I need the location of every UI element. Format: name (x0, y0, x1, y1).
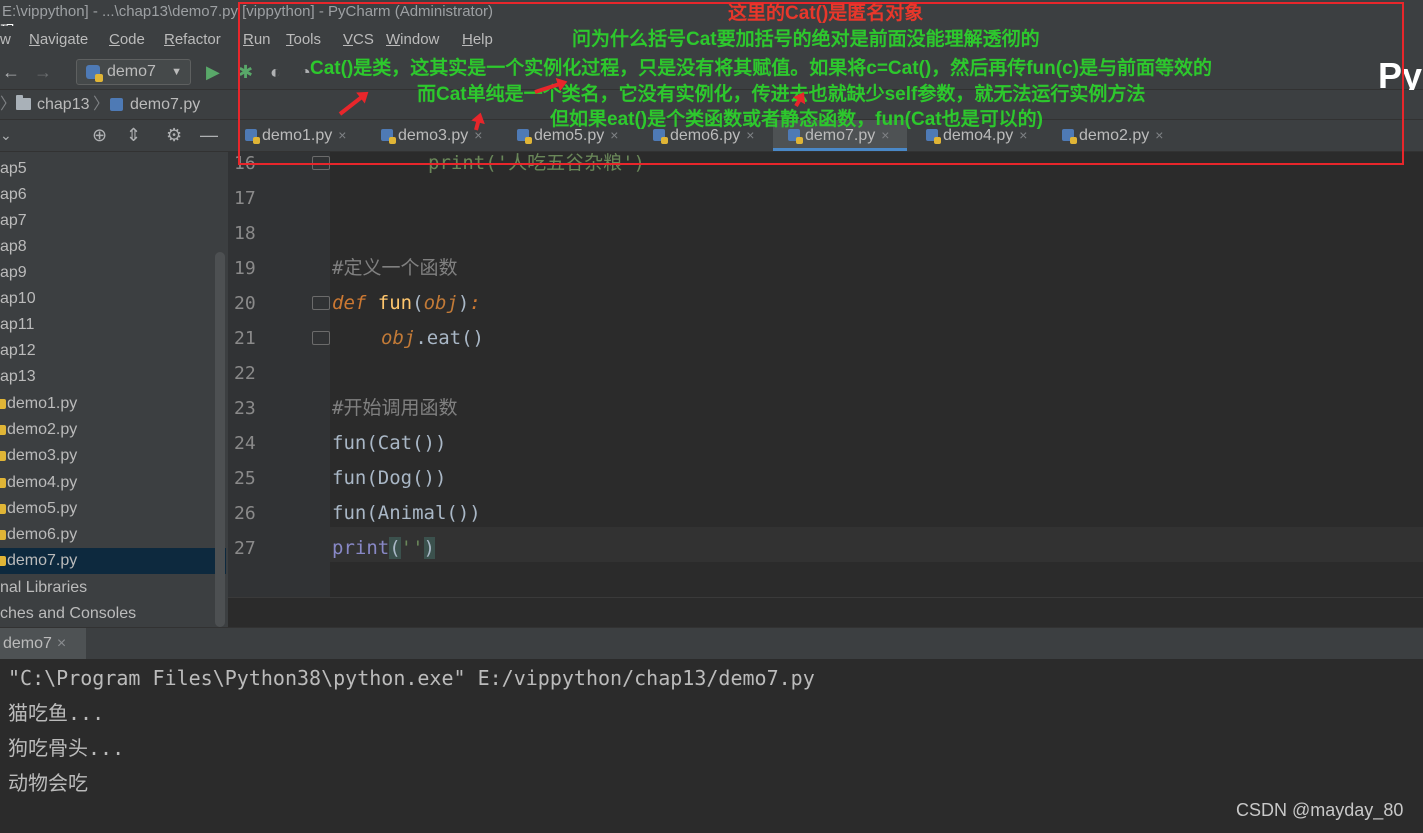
watermark: CSDN @mayday_80 (1236, 800, 1404, 820)
python-file-icon (86, 65, 103, 82)
tree-item[interactable]: ap10 (0, 286, 226, 312)
tree-item[interactable]: ap8 (0, 234, 226, 260)
console-line: 狗吃骨头... (8, 736, 125, 760)
python-file-icon (0, 425, 6, 435)
menu-refactor[interactable]: Refactor (164, 26, 221, 54)
annotation-line-2: 问为什么括号Cat要加括号的绝对是前面没能理解透彻的 (572, 29, 1040, 50)
sidebar-scrollbar[interactable] (215, 252, 225, 627)
fold-marker-icon[interactable] (312, 296, 330, 310)
run-configuration-select[interactable]: demo7 ▼ (76, 59, 191, 85)
line-number: 21 (234, 328, 256, 349)
breadcrumb-separator: 〉 (93, 96, 110, 113)
tree-item-file[interactable]: demo2.py (0, 417, 226, 443)
dropdown-arrow-icon[interactable]: ⌄ (0, 120, 12, 150)
collapse-all-icon[interactable]: ⇕ (126, 120, 141, 150)
line-number: 18 (234, 223, 256, 244)
tree-item-file[interactable]: demo4.py (0, 470, 226, 496)
tree-item[interactable]: ap11 (0, 312, 226, 338)
run-icon[interactable]: ▶ (206, 54, 220, 90)
console-line: 猫吃鱼... (8, 701, 105, 725)
python-file-icon (0, 451, 6, 461)
console-line: "C:\Program Files\Python38\python.exe" E… (8, 666, 815, 690)
editor-footer (228, 597, 1423, 627)
tree-item-file[interactable]: demo5.py (0, 496, 226, 522)
breadcrumb-item-file[interactable]: demo7.py (110, 90, 200, 120)
breadcrumb-separator: 〉 (0, 96, 17, 113)
project-tree: ap5 ap6 ap7 ap8 ap9 ap10 ap11 ap12 ap13 … (0, 152, 228, 627)
python-file-icon (0, 556, 6, 566)
current-line-highlight (330, 527, 1423, 562)
menu-code[interactable]: Code (109, 26, 145, 54)
run-console[interactable]: "C:\Program Files\Python38\python.exe" E… (0, 659, 1423, 833)
tree-item-file[interactable]: demo3.py (0, 443, 226, 469)
line-number: 25 (234, 468, 256, 489)
code-line-21: obj.eat() (381, 327, 484, 349)
breadcrumb-item-folder[interactable]: chap13 (16, 90, 90, 120)
line-number: 22 (234, 363, 256, 384)
line-number: 19 (234, 258, 256, 279)
annotation-line-1: 这里的Cat()是匿名对象 (728, 3, 924, 24)
menu-navigate[interactable]: Navigate (29, 26, 88, 54)
locate-file-icon[interactable]: ⊕ (92, 120, 107, 150)
run-tab-demo7[interactable]: demo7 × (0, 628, 86, 660)
python-file-icon (0, 399, 6, 409)
tree-item[interactable]: ap7 (0, 208, 226, 234)
chevron-down-icon: ▼ (171, 66, 182, 78)
annotation-line-3: Cat()是类，这其实是一个实例化过程，只是没有将其赋值。如果将c=Cat()，… (310, 58, 1212, 79)
line-number: 23 (234, 398, 256, 419)
tree-item[interactable]: ap13 (0, 364, 226, 390)
line-number: 24 (234, 433, 256, 454)
tree-item[interactable]: ap6 (0, 182, 226, 208)
run-configuration-label: demo7 (107, 63, 156, 80)
python-file-icon (0, 530, 6, 540)
code-line-24: fun(Cat()) (332, 432, 447, 454)
tree-item-file-selected[interactable]: demo7.py (0, 548, 226, 574)
line-number: 27 (234, 538, 256, 559)
tree-item[interactable]: ap12 (0, 338, 226, 364)
close-icon[interactable]: × (57, 635, 66, 652)
line-number: 20 (234, 293, 256, 314)
project-panel-header: ⌄ ⊕ ⇕ ⚙ — (0, 120, 228, 152)
tree-item-file[interactable]: demo1.py (0, 391, 226, 417)
code-line-26: fun(Animal()) (332, 502, 481, 524)
fold-marker-icon[interactable] (312, 331, 330, 345)
code-editor[interactable]: 16 17 18 19 20 21 22 23 24 25 26 27 prin… (228, 152, 1423, 627)
tree-item[interactable]: ap5 (0, 156, 226, 182)
python-file-icon (110, 98, 123, 111)
code-line-25: fun(Dog()) (332, 467, 447, 489)
python-file-icon (0, 478, 6, 488)
code-line-27: print('') (332, 537, 435, 559)
forward-arrow-icon[interactable]: → (34, 54, 52, 90)
tree-item-file[interactable]: demo6.py (0, 522, 226, 548)
run-tool-window-tabs: demo7 × (0, 627, 1423, 660)
console-line: 动物会吃 (8, 771, 88, 795)
minimize-icon[interactable]: — (200, 120, 218, 150)
code-line-19: #定义一个函数 (332, 257, 458, 279)
folder-icon (16, 95, 31, 110)
menu-view[interactable]: w (0, 26, 11, 54)
annotation-line-5: 但如果eat()是个类函数或者静态函数，fun(Cat也是可以的) (550, 109, 1043, 130)
gear-icon[interactable]: ⚙ (166, 120, 182, 150)
tree-item[interactable]: ap9 (0, 260, 226, 286)
tree-item[interactable]: ches and Consoles (0, 601, 226, 627)
line-number: 26 (234, 503, 256, 524)
back-arrow-icon[interactable]: ← (2, 54, 20, 90)
code-line-23: #开始调用函数 (332, 397, 458, 419)
python-file-icon (0, 504, 6, 514)
annotation-line-4: 而Cat单纯是一个类名，它没有实例化，传进去也就缺少self参数，就无法运行实例… (417, 84, 1146, 105)
line-number: 17 (234, 188, 256, 209)
code-line-20: def fun(obj): (332, 292, 481, 314)
tree-item[interactable]: nal Libraries (0, 575, 226, 601)
